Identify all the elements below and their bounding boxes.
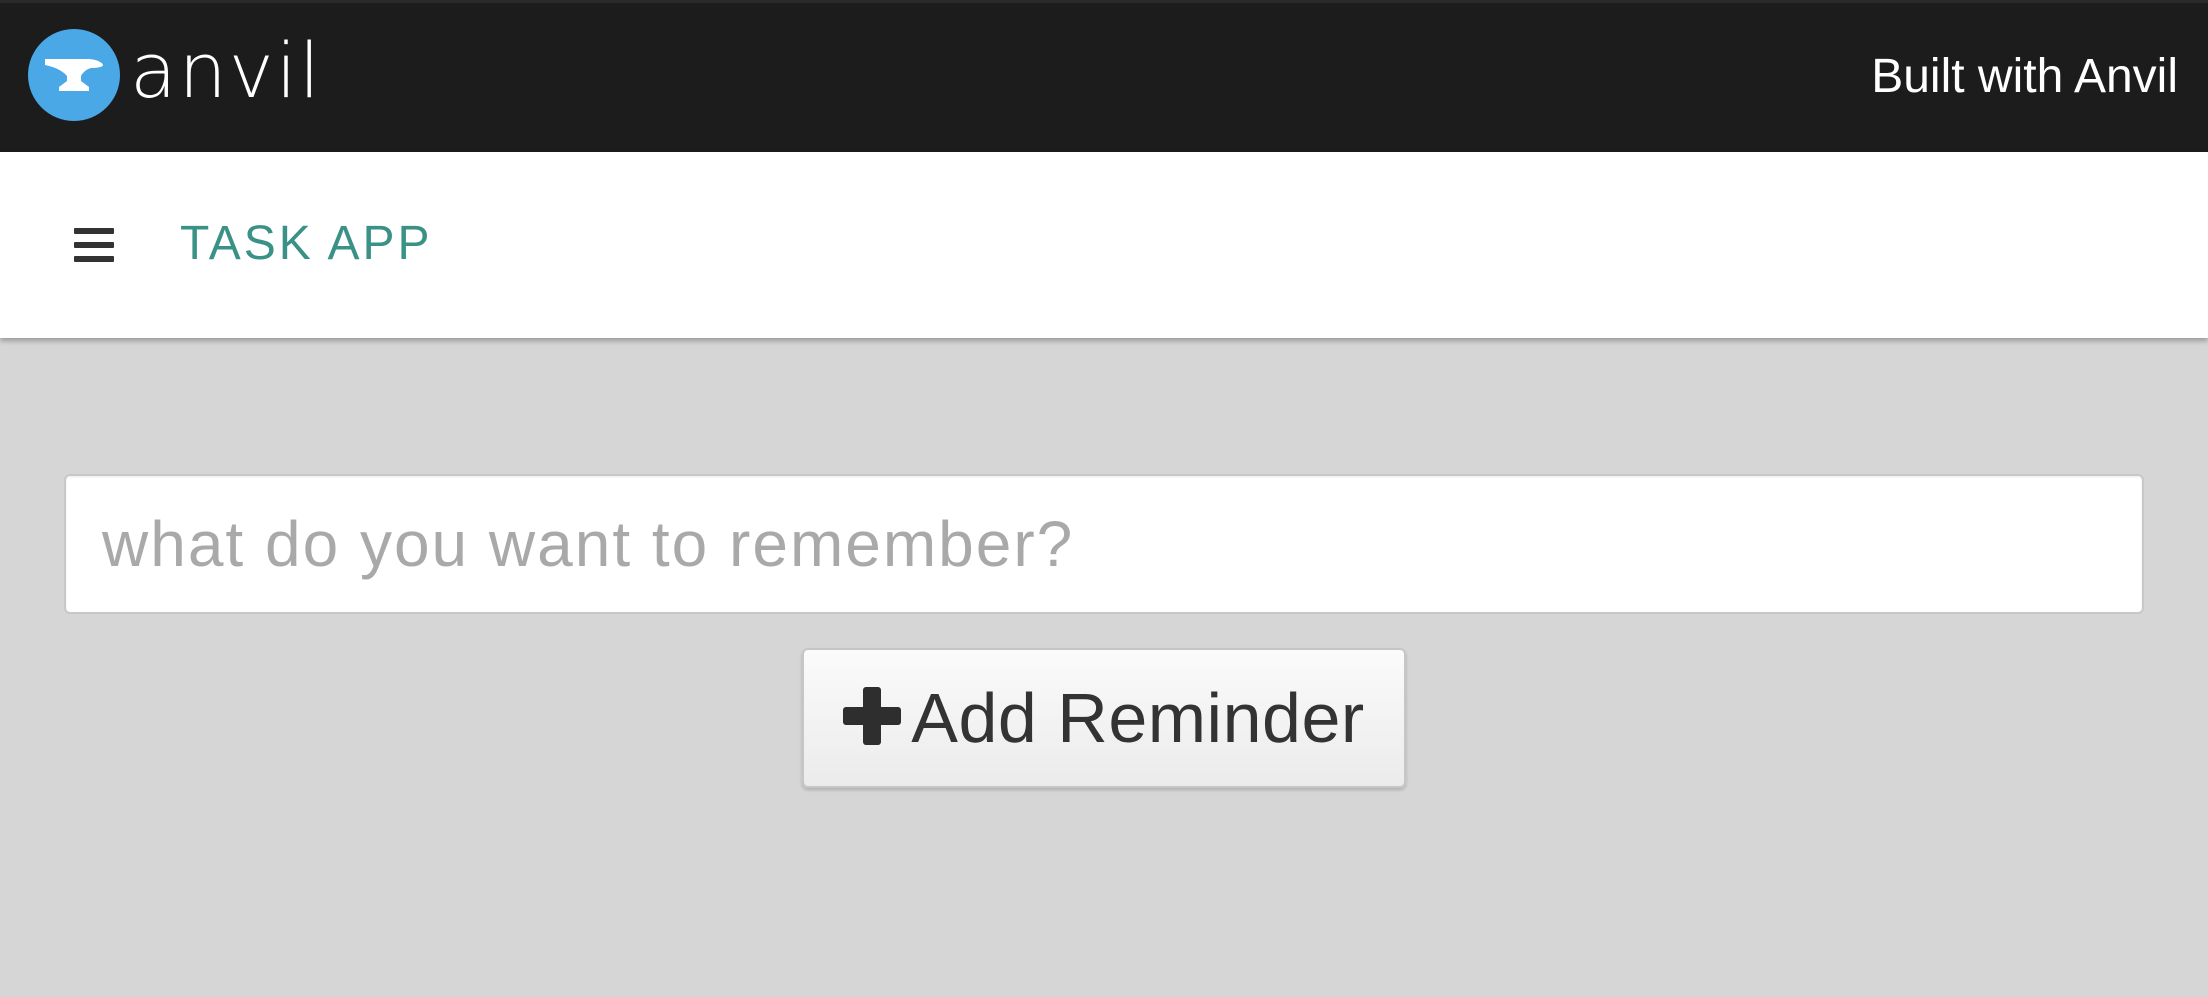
reminder-input[interactable] [64,474,2144,614]
hamburger-menu-icon[interactable] [70,224,118,266]
add-reminder-button[interactable]: Add Reminder [802,648,1406,788]
app-header: TASK APP [0,152,2208,338]
anvil-logo[interactable]: anvil [28,29,322,121]
anvil-banner: anvil Built with Anvil [0,0,2208,152]
app-title: TASK APP [180,217,433,270]
anvil-logo-text: anvil [130,26,322,115]
built-with-anvil-link[interactable]: Built with Anvil [1871,49,2178,105]
anvil-logo-icon [28,29,120,121]
add-reminder-label: Add Reminder [911,679,1365,757]
plus-icon [843,687,902,745]
